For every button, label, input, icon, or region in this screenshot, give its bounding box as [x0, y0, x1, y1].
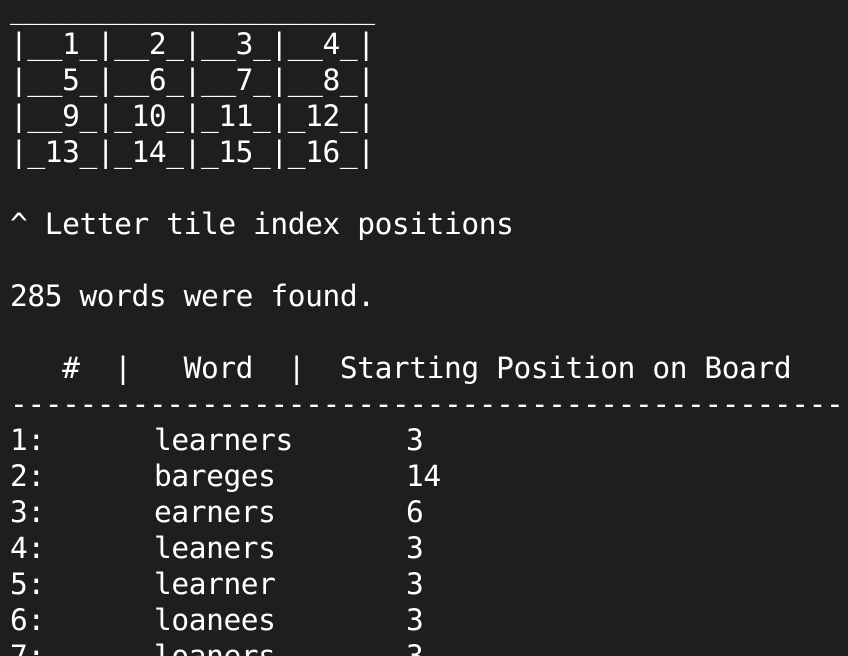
terminal-output: _____________________ |__1_|__2_|__3_|__…	[10, 0, 848, 656]
board-row-2: |__5_|__6_|__7_|__8_|	[10, 63, 375, 97]
row-position: 3	[406, 639, 424, 656]
row-position: 6	[406, 495, 424, 529]
table-row: 1: learners 3	[10, 422, 848, 458]
table-row: 4: leaners 3	[10, 530, 848, 566]
table-row: 6: loanees 3	[10, 602, 848, 638]
caption-text: ^ Letter tile index positions	[10, 207, 514, 241]
table-separator: ----------------------------------------…	[10, 387, 848, 421]
row-word: learners	[154, 423, 293, 457]
row-number: 4:	[10, 531, 45, 565]
row-number: 2:	[10, 459, 45, 493]
table-row: 7: loaners 3	[10, 638, 848, 656]
board-row-4: |_13_|_14_|_15_|_16_|	[10, 135, 375, 169]
row-number: 5:	[10, 567, 45, 601]
row-word: earners	[154, 495, 276, 529]
row-position: 3	[406, 531, 424, 565]
row-word: bareges	[154, 459, 276, 493]
board-row-1: |__1_|__2_|__3_|__4_|	[10, 27, 375, 61]
summary-text: 285 words were found.	[10, 279, 375, 313]
row-word: loaners	[154, 639, 276, 656]
row-number: 3:	[10, 495, 45, 529]
row-position: 14	[406, 459, 441, 493]
table-header: # | Word | Starting Position on Board	[10, 351, 792, 385]
table-row: 5: learner 3	[10, 566, 848, 602]
row-position: 3	[406, 567, 424, 601]
row-number: 1:	[10, 423, 45, 457]
table-row: 2: bareges 14	[10, 458, 848, 494]
row-word: learner	[154, 567, 276, 601]
row-word: leaners	[154, 531, 276, 565]
table-row: 3: earners 6	[10, 494, 848, 530]
row-number: 7:	[10, 639, 45, 656]
row-position: 3	[406, 603, 424, 637]
board-top-border: _____________________	[10, 0, 375, 25]
row-position: 3	[406, 423, 424, 457]
row-number: 6:	[10, 603, 45, 637]
row-word: loanees	[154, 603, 276, 637]
board-row-3: |__9_|_10_|_11_|_12_|	[10, 99, 375, 133]
